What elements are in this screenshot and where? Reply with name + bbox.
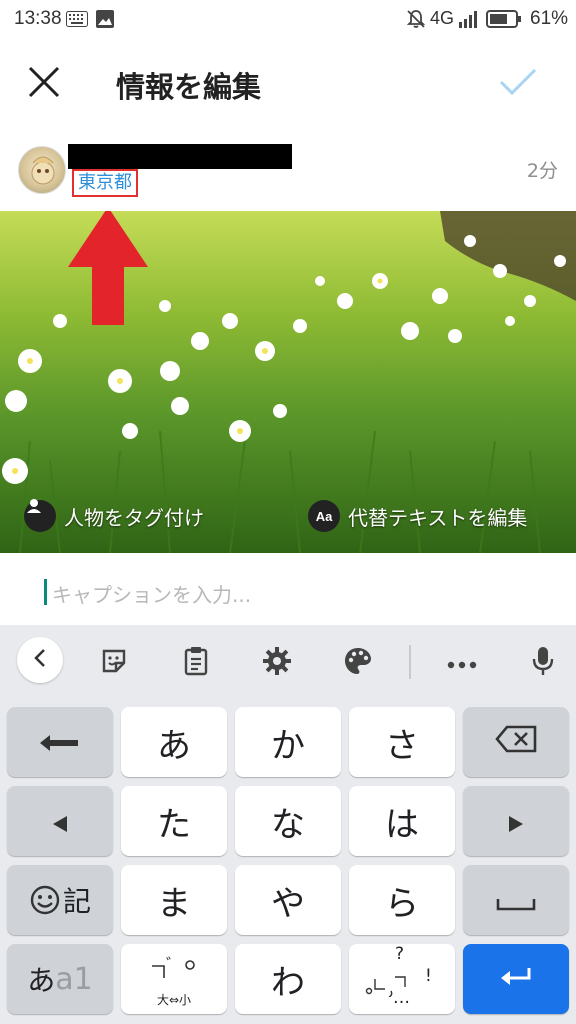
microphone-icon: [531, 645, 555, 681]
image-icon: [96, 10, 114, 32]
close-button[interactable]: [22, 62, 66, 106]
time-ago: 2分: [526, 160, 558, 182]
person-icon: [24, 499, 56, 532]
key-ta[interactable]: た: [121, 786, 227, 856]
check-icon: [498, 67, 538, 101]
key-ma[interactable]: ま: [121, 865, 227, 935]
undo-arrow-icon: [38, 722, 82, 762]
avatar: [18, 146, 66, 194]
tag-people-label: 人物をタグ付け: [64, 505, 204, 530]
key-ra[interactable]: ら: [349, 865, 455, 935]
smiley-icon: [29, 884, 61, 916]
size-toggle-label: 大⇔小: [156, 992, 192, 1007]
enter-key[interactable]: [463, 944, 569, 1014]
toolbar-divider: [409, 645, 411, 679]
palette-icon: [343, 646, 373, 680]
mode-alpha-label: a1: [55, 961, 93, 997]
exclaim-label: !: [425, 966, 432, 986]
triangle-left-icon: [53, 801, 67, 841]
more-button[interactable]: [440, 641, 484, 685]
keyboard: あ か さ た な は 記 ま や ら あ a1 ゛ 大⇔小 わ ? ! …: [0, 625, 576, 1024]
sticker-icon: [100, 647, 128, 679]
clipboard-button[interactable]: [174, 641, 218, 685]
ellipsis-label: …: [393, 988, 410, 1008]
chevron-left-icon: [32, 648, 48, 672]
edit-alt-text-button[interactable]: Aa 代替テキストを編集: [308, 496, 527, 536]
keyboard-icon: [66, 11, 88, 31]
done-button[interactable]: [494, 62, 542, 106]
edit-alt-text-label: 代替テキストを編集: [348, 505, 528, 530]
network-type: 4G: [430, 8, 455, 28]
status-bar: 13:38 4G 61%: [0, 0, 576, 38]
dakuten-icon: ゛: [146, 951, 202, 991]
page-title: 情報を編集: [116, 70, 262, 104]
close-icon: [26, 64, 62, 104]
space-key[interactable]: [463, 865, 569, 935]
key-sa[interactable]: さ: [349, 707, 455, 777]
alt-text-icon: Aa: [308, 500, 340, 532]
kigou-label: 記: [62, 885, 91, 918]
text-cursor: [44, 579, 47, 605]
cursor-left-key[interactable]: [7, 786, 113, 856]
battery-percent: 61%: [530, 8, 569, 29]
sticker-button[interactable]: [92, 641, 136, 685]
signal-icon: [458, 10, 480, 32]
undo-key[interactable]: [7, 707, 113, 777]
caption-placeholder: キャプションを入力...: [52, 583, 252, 607]
key-a[interactable]: あ: [121, 707, 227, 777]
punctuation-key[interactable]: ? ! …: [349, 944, 455, 1014]
backspace-icon: [495, 722, 537, 762]
backspace-key[interactable]: [463, 707, 569, 777]
status-time: 13:38: [14, 8, 62, 29]
gear-icon: [262, 646, 292, 680]
location-label[interactable]: 東京都: [72, 169, 138, 197]
enter-icon: [499, 959, 533, 999]
space-icon: [496, 880, 536, 920]
input-mode-key[interactable]: あ a1: [7, 944, 113, 1014]
dakuten-key[interactable]: ゛ 大⇔小: [121, 944, 227, 1014]
key-ka[interactable]: か: [235, 707, 341, 777]
svg-text:゛: ゛: [166, 956, 182, 974]
toolbar-collapse-button[interactable]: [17, 637, 63, 683]
clipboard-icon: [183, 646, 209, 680]
triangle-right-icon: [509, 801, 523, 841]
key-na[interactable]: な: [235, 786, 341, 856]
more-horizontal-icon: [447, 654, 477, 673]
mode-kana-label: あ: [27, 964, 56, 997]
mute-bell-icon: [406, 9, 426, 33]
key-wa[interactable]: わ: [235, 944, 341, 1014]
question-label: ?: [395, 944, 405, 964]
tag-people-button[interactable]: 人物をタグ付け: [24, 496, 204, 536]
theme-button[interactable]: [336, 641, 380, 685]
key-ya[interactable]: や: [235, 865, 341, 935]
settings-button[interactable]: [255, 641, 299, 685]
cursor-right-key[interactable]: [463, 786, 569, 856]
emoji-symbol-key[interactable]: 記: [7, 865, 113, 935]
keyboard-toolbar: [0, 625, 576, 699]
header: 情報を編集: [0, 38, 576, 128]
post-photo: 人物をタグ付け Aa 代替テキストを編集: [0, 211, 576, 553]
voice-input-button[interactable]: [521, 641, 565, 685]
username-redacted: [68, 144, 292, 169]
battery-icon: [486, 10, 522, 32]
caption-field[interactable]: キャプションを入力...: [0, 553, 576, 625]
key-ha[interactable]: は: [349, 786, 455, 856]
